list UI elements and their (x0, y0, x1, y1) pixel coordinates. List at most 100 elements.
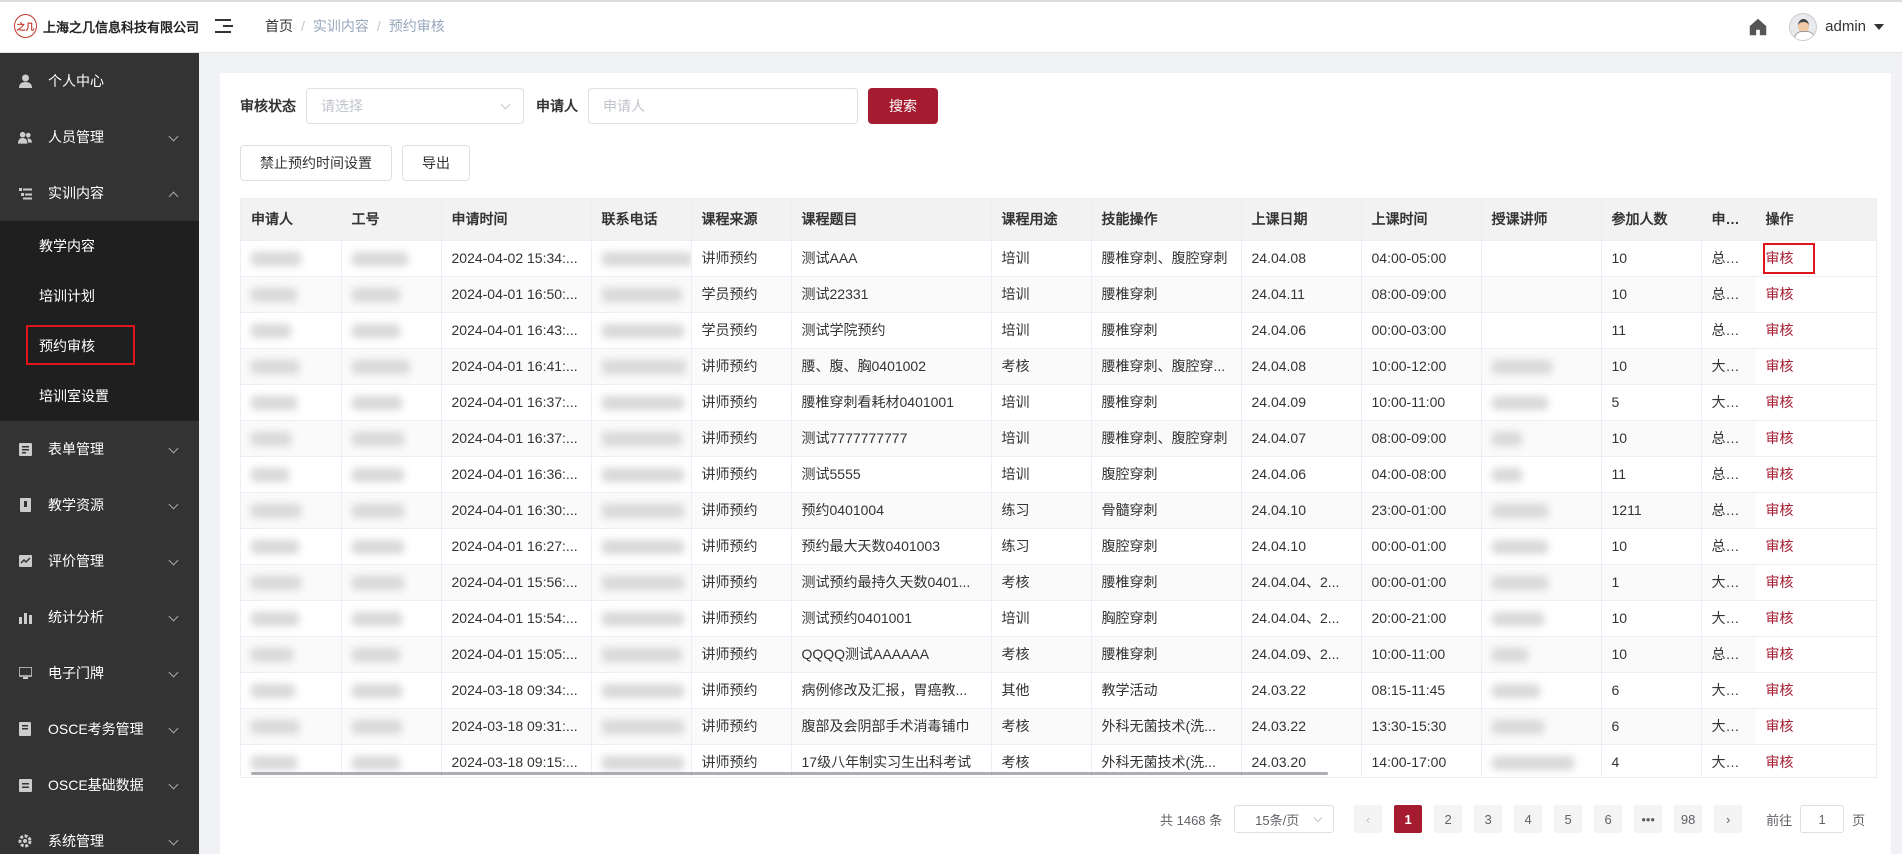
review-link[interactable]: 审核 (1766, 322, 1794, 338)
applicant-input[interactable] (588, 88, 858, 124)
review-link[interactable]: 审核 (1766, 538, 1794, 554)
review-link[interactable]: 审核 (1766, 502, 1794, 518)
redacted-text (251, 396, 297, 411)
campus-cell: 大学路院区 (1701, 708, 1758, 745)
review-link[interactable]: 审核 (1766, 286, 1794, 302)
review-link[interactable]: 审核 (1766, 430, 1794, 446)
course-purpose-cell: 培训 (991, 312, 1092, 349)
user-menu[interactable]: admin (1789, 12, 1884, 41)
skill-cell: 胸腔穿刺 (1091, 600, 1242, 637)
operation-cell: 审核 (1755, 420, 1876, 457)
course-purpose-cell: 考核 (991, 564, 1092, 601)
sidebar-item-statistics[interactable]: 统计分析 (0, 589, 199, 645)
page-size-select[interactable]: 15条/页 (1234, 805, 1335, 833)
review-link[interactable]: 审核 (1766, 466, 1794, 482)
sidebar-item-forms[interactable]: 表单管理 (0, 421, 199, 477)
sidebar-item-system[interactable]: 系统管理 (0, 813, 199, 854)
participants-cell: 11 (1601, 312, 1702, 349)
sidebar-item-staff[interactable]: 人员管理 (0, 109, 199, 165)
review-link[interactable]: 审核 (1766, 682, 1794, 698)
status-select-placeholder: 请选择 (321, 98, 363, 114)
redacted-text (601, 540, 684, 555)
review-link[interactable]: 审核 (1766, 574, 1794, 590)
applicant-cell (241, 240, 342, 277)
page-button[interactable]: 98 (1674, 805, 1703, 833)
skill-cell: 教学活动 (1091, 672, 1242, 709)
jump-page-input[interactable] (1800, 805, 1845, 833)
export-button[interactable]: 导出 (402, 145, 470, 181)
sidebar-item-teaching-resources[interactable]: 教学资源 (0, 477, 199, 533)
chevron-down-icon (168, 443, 179, 454)
sidebar-toggle-icon[interactable] (215, 15, 237, 37)
page-button[interactable]: 4 (1514, 805, 1543, 833)
redacted-text (1491, 360, 1552, 375)
redacted-text (1491, 756, 1574, 771)
horizontal-scrollbar[interactable] (251, 772, 1328, 775)
sidebar-item-e-doorplate[interactable]: 电子门牌 (0, 645, 199, 701)
operation-cell: 审核 (1755, 744, 1876, 777)
applicant-cell (241, 384, 342, 421)
employee-id-cell (341, 420, 442, 457)
redacted-text (351, 612, 402, 627)
jump-suffix: 页 (1852, 812, 1866, 828)
page-button[interactable]: 5 (1554, 805, 1583, 833)
breadcrumb-home[interactable]: 首页 (265, 16, 293, 36)
prev-page-button[interactable]: ‹ (1354, 805, 1383, 833)
next-page-button[interactable]: › (1714, 805, 1743, 833)
participants-cell: 1211 (1601, 492, 1702, 529)
evaluation-icon (18, 554, 32, 568)
resource-icon (18, 498, 32, 512)
database-icon (18, 778, 32, 792)
review-link[interactable]: 审核 (1766, 250, 1794, 266)
class-time-cell: 00:00-01:00 (1361, 564, 1482, 601)
monitor-icon (18, 666, 32, 680)
search-button[interactable]: 搜索 (868, 88, 938, 124)
page-button[interactable]: 1 (1394, 805, 1423, 833)
course-purpose-cell: 练习 (991, 492, 1092, 529)
redacted-text (251, 252, 301, 267)
lecturer-cell (1481, 276, 1602, 313)
home-icon[interactable] (1747, 16, 1769, 38)
applicant-filter-label: 申请人 (536, 98, 578, 114)
phone-cell (591, 492, 692, 529)
review-link[interactable]: 审核 (1766, 754, 1794, 770)
operation-cell: 审核 (1755, 276, 1876, 313)
sidebar-item-training-content[interactable]: 实训内容 (0, 165, 199, 221)
applicant-cell (241, 600, 342, 637)
sidebar-item-osce-exam[interactable]: OSCE考务管理 (0, 701, 199, 757)
sidebar-item-osce-base-data[interactable]: OSCE基础数据 (0, 757, 199, 813)
applicant-cell (241, 708, 342, 745)
skill-cell: 骨髓穿刺 (1091, 492, 1242, 529)
page-button[interactable]: 2 (1434, 805, 1463, 833)
class-time-cell: 04:00-05:00 (1361, 240, 1482, 277)
lecturer-cell (1481, 348, 1602, 385)
breadcrumb-item: 实训内容 (312, 18, 369, 34)
more-pages-button[interactable]: ••• (1634, 805, 1663, 833)
table-row: 2024-04-01 15:05:... 讲师预约 QQQQ测试AAAAAA 考核 腰椎… (241, 636, 1876, 673)
column-header: 课程用途 (991, 199, 1092, 241)
employee-id-cell (341, 492, 442, 529)
apply-time-cell: 2024-04-01 15:54:... (441, 600, 592, 637)
class-date-cell: 24.04.11 (1241, 276, 1362, 313)
table-row: 2024-04-01 15:54:... 讲师预约 测试预约0401001 培训 胸腔穿… (241, 600, 1876, 637)
sidebar-item-teaching-content[interactable]: 教学内容 (0, 221, 199, 271)
status-select[interactable]: 请选择 (306, 88, 524, 124)
forbid-time-settings-button[interactable]: 禁止预约时间设置 (240, 145, 392, 181)
review-link[interactable]: 审核 (1766, 718, 1794, 734)
sidebar-item-training-room-settings[interactable]: 培训室设置 (0, 371, 199, 421)
sidebar-item-training-plan[interactable]: 培训计划 (0, 271, 199, 321)
sidebar-item-personal[interactable]: 个人中心 (0, 53, 199, 109)
redacted-text (251, 648, 293, 663)
review-link[interactable]: 审核 (1766, 394, 1794, 410)
chevron-down-icon (168, 499, 179, 510)
review-link[interactable]: 审核 (1766, 610, 1794, 626)
sidebar-item-appointment-review[interactable]: 预约审核 (0, 321, 199, 371)
review-link[interactable]: 审核 (1766, 358, 1794, 374)
redacted-text (1491, 396, 1548, 411)
redacted-text (351, 360, 410, 375)
sidebar-item-evaluation[interactable]: 评价管理 (0, 533, 199, 589)
table-row: 2024-03-18 09:34:... 讲师预约 病例修改及汇报，胃癌教... 其他… (241, 672, 1876, 709)
page-button[interactable]: 6 (1594, 805, 1623, 833)
page-button[interactable]: 3 (1474, 805, 1503, 833)
review-link[interactable]: 审核 (1766, 646, 1794, 662)
